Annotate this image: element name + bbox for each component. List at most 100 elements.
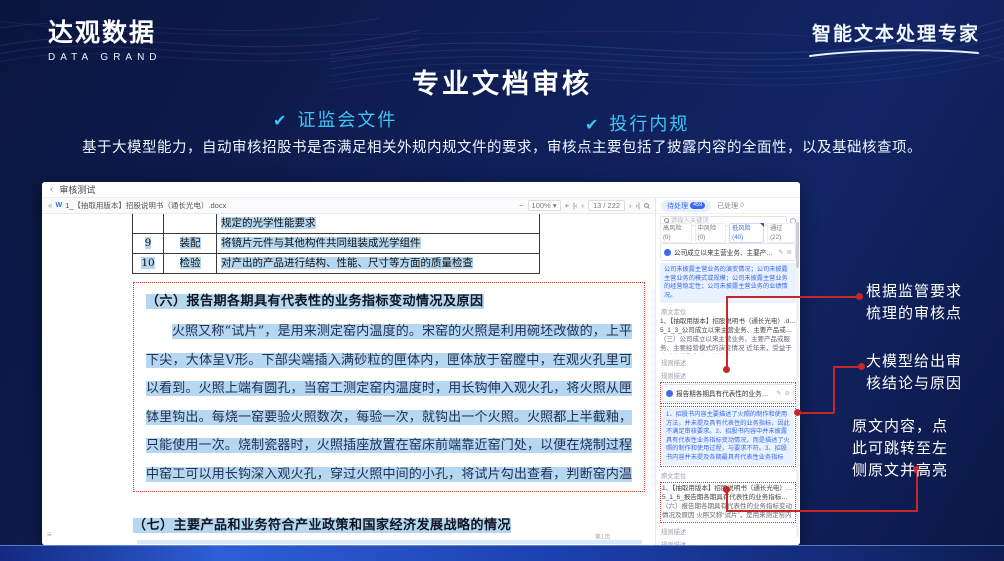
source-excerpt[interactable]: （三）公司成立以来主营业务、主要产品或服务、主要经营模式的演变情况 近年来，受益…	[660, 335, 796, 354]
page-footnote: 第1页	[595, 532, 610, 541]
zoom-level-select[interactable]: 100% ▾	[528, 200, 561, 211]
edit-icon[interactable]: ✎	[778, 248, 783, 256]
ai-conclusion: 1、招股书内容主要描述了火照的制作和使用方法，并未提及具有代表性的业务指标，因此…	[662, 408, 794, 465]
bullet-label: 投行内规	[609, 114, 689, 134]
tagline-swoosh	[808, 47, 980, 59]
audit-point-list: 公司成立以来主营业务、主要产品或服务、主要… ✎ ⊘ 公司未披露主营业务的演变情…	[656, 239, 800, 545]
connector-line	[833, 366, 835, 413]
highlighted-section-six[interactable]: （六）报告期各期具有代表性的业务指标变动情况及原因 火照又称“试片”，是用来测定…	[133, 282, 645, 492]
slide: 达观数据 DATA GRAND 智能文本处理专家 专业文档审核 ✔ 证监会文件 ✔…	[0, 0, 1004, 561]
risk-level-icon	[664, 249, 671, 256]
table-cell-id: 10	[133, 254, 163, 273]
audit-point-title: 公司成立以来主营业务、主要产品或服务、主要…	[674, 247, 775, 257]
annotation-audit-points: 根据监管要求 梳理的审核点	[866, 281, 962, 325]
last-page-button[interactable]: ›|	[636, 201, 640, 210]
connector-dot	[858, 363, 865, 370]
bullet-csrc-files: ✔ 证监会文件	[273, 106, 397, 132]
connector-line	[726, 296, 728, 370]
connector-line	[798, 412, 834, 414]
filter-low-risk[interactable]: 低风险(40)	[729, 223, 764, 243]
processed-count: 0	[740, 202, 744, 209]
annotation-llm-conclusion: 大模型给出审 核结论与原因	[866, 351, 962, 395]
connector-dot	[794, 409, 801, 416]
bullet-label: 证监会文件	[297, 110, 397, 130]
zoom-out-button[interactable]: −	[519, 201, 523, 210]
tab-pending[interactable]: 待处理 459	[661, 200, 711, 212]
panel-scrollbar-thumb[interactable]	[796, 222, 799, 268]
page-title: 专业文档审核	[0, 62, 1004, 101]
app-title: 审核测试	[59, 183, 95, 196]
connector-dot	[723, 486, 730, 493]
section-six-heading: （六）报告期各期具有代表性的业务指标变动情况及原因	[146, 290, 644, 309]
locate-label: 原文定位	[661, 471, 796, 480]
table-row: 8 镀膜 在镜片元件表面通过物理或化学的方法沉积若干光学物质层，达到规定的光学性…	[133, 214, 539, 233]
table-cell-desc: 将镜片元件与其他构件共同组装成光学组件	[216, 234, 539, 253]
slide-description: 基于大模型能力，自动审核招股书是否满足相关外规内规文件的要求，审核点主要包括了披…	[0, 136, 1004, 157]
next-page-button[interactable]: ›	[629, 201, 632, 210]
source-file-link[interactable]: 1、【抽取用版本】招股说明书（通长光电）.docx	[660, 317, 796, 326]
logo-cn: 达观数据	[48, 13, 162, 49]
source-anchor-link[interactable]: 5_1_3_公司成立以来主营业务、主要产品或服务、主要经…	[660, 326, 796, 335]
table-row: 9 装配 将镜片元件与其他构件共同组装成光学组件	[133, 233, 539, 253]
audit-point-card[interactable]: 报告期各期具有代表性的业务指标变动情况及原因 ✎ ⊘	[662, 384, 794, 402]
filter-mid-risk[interactable]: 中风险(0)	[695, 223, 727, 243]
section-six-paragraph: 火照又称“试片”，是用来测定窑内温度的。宋窑的火照是利用碗坯改做的，上平下尖，大…	[146, 318, 632, 492]
source-excerpt[interactable]: （六）报告期各期具有代表性的业务指标变动情况及原因 火照又称“试片”，是用来测定…	[662, 502, 794, 521]
risk-filters: 高风险(0) 中风险(0) 低风险(40) 通过(22)	[656, 227, 800, 239]
search-icon[interactable]	[644, 203, 649, 208]
bottom-accent-band	[0, 545, 1004, 561]
table-cell-id: 9	[133, 234, 163, 253]
risk-level-icon	[666, 390, 673, 397]
annotation-frame-audit-point: 报告期各期具有代表性的业务指标变动情况及原因 ✎ ⊘	[660, 382, 796, 404]
source-anchor-link[interactable]: 5_1_6_报告期各期具有代表性的业务指标变动情况及原因	[662, 493, 794, 502]
check-icon: ✔	[273, 113, 288, 130]
check-icon: ✔	[585, 117, 600, 134]
chevron-down-icon: ▾	[553, 201, 557, 210]
connector-line	[833, 366, 860, 368]
rule-desc-label[interactable]: 规则描述	[661, 527, 796, 536]
app-window: ‹ 审核测试 « W 1_【抽取用版本】招股说明书（通长光电）.docx − 1…	[42, 182, 800, 545]
back-icon[interactable]: ‹	[50, 184, 53, 195]
document-toolbar: « W 1_【抽取用版本】招股说明书（通长光电）.docx − 100% ▾ +…	[42, 198, 655, 214]
section-seven-heading: （七）主要产品和业务符合产业政策和国家经济发展战略的情况	[133, 514, 511, 533]
document-filename[interactable]: 1_【抽取用版本】招股说明书（通长光电）.docx	[65, 200, 226, 211]
edit-icon[interactable]: ✎	[776, 389, 781, 397]
tab-processed-label: 已处理	[717, 201, 738, 211]
app-titlebar: ‹ 审核测试	[42, 182, 800, 198]
document-column: « W 1_【抽取用版本】招股说明书（通长光电）.docx − 100% ▾ +…	[42, 198, 655, 545]
clipped-text-line	[137, 540, 642, 544]
document-page[interactable]: 8 镀膜 在镜片元件表面通过物理或化学的方法沉积若干光学物质层，达到规定的光学性…	[42, 214, 655, 545]
dismiss-icon[interactable]: ⊘	[785, 389, 790, 397]
connector-line	[726, 490, 728, 511]
tagline: 智能文本处理专家	[808, 19, 980, 64]
collapse-sidebar-icon[interactable]: «	[48, 201, 52, 210]
outline-icon[interactable]: ≡	[47, 530, 52, 539]
annotation-source-jump: 原文内容，点 此可跳转至左 侧原文并高亮	[852, 416, 948, 482]
audit-point-card[interactable]: 公司成立以来主营业务、主要产品或服务、主要… ✎ ⊘	[660, 243, 796, 261]
tagline-text: 智能文本处理专家	[808, 19, 980, 46]
connector-line	[726, 296, 860, 298]
zoom-level-value: 100%	[532, 201, 551, 210]
connector-dot	[856, 293, 863, 300]
table-cell-name: 装配	[163, 234, 216, 253]
connector-dot	[723, 366, 730, 373]
filter-passed[interactable]: 通过(22)	[767, 223, 796, 243]
bullet-internal-rules: ✔ 投行内规	[585, 110, 689, 136]
logo: 达观数据 DATA GRAND	[48, 13, 162, 63]
connector-line	[726, 510, 918, 512]
dismiss-icon[interactable]: ⊘	[787, 248, 792, 256]
table-cell-name: 检验	[163, 254, 216, 273]
filter-high-risk[interactable]: 高风险(0)	[660, 223, 692, 243]
page-indicator[interactable]: 13 / 222	[588, 200, 625, 211]
word-doc-icon: W	[55, 202, 62, 209]
tab-pending-label: 待处理	[667, 201, 688, 211]
tab-processed[interactable]: 已处理 0	[717, 201, 744, 211]
first-page-button[interactable]: |‹	[573, 201, 577, 210]
table-cell-id: 8	[133, 214, 163, 233]
table-row: 10 检验 对产出的产品进行结构、性能、尺寸等方面的质量检查	[133, 253, 539, 273]
audit-point-title: 报告期各期具有代表性的业务指标变动情况及原因	[676, 388, 773, 398]
zoom-in-button[interactable]: +	[565, 201, 569, 210]
table-cell-name: 镀膜	[163, 214, 216, 233]
prev-page-button[interactable]: ‹	[581, 201, 584, 210]
panel-tabs: 待处理 459 已处理 0	[656, 198, 800, 214]
